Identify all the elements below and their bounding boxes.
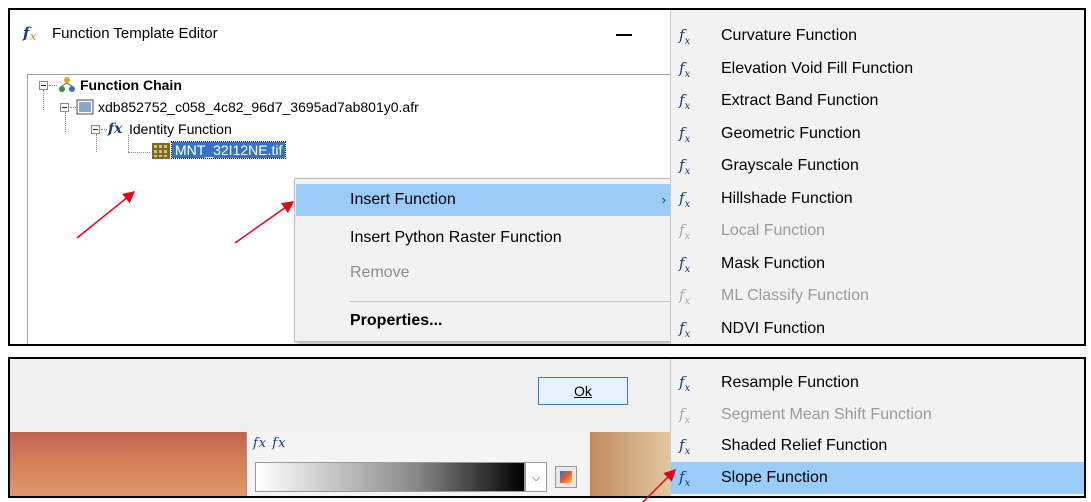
menu-item-label: Remove <box>350 264 410 281</box>
window-title: Function Template Editor <box>52 25 218 42</box>
fx-icon: fx <box>679 26 691 47</box>
fx-icon: fx <box>679 91 691 112</box>
function-label: Curvature Function <box>721 27 858 44</box>
image-preview <box>590 432 670 496</box>
function-chain-icon <box>59 77 75 92</box>
fx-icon: fx <box>679 123 691 145</box>
function-list-item: fx Segment Mean Shift Function <box>671 399 1084 431</box>
chevron-down-icon[interactable]: ⌵ <box>525 462 547 492</box>
function-list-item: fx ML Classify Function <box>671 280 1084 312</box>
context-menu: Insert Function › Insert Python Raster F… <box>294 178 682 342</box>
menu-item-label: Insert Function <box>350 191 456 208</box>
function-list-item[interactable]: fx Geometric Function <box>671 118 1084 150</box>
menu-item-insert-function[interactable]: Insert Function › <box>296 184 680 216</box>
fx-icon: fx <box>679 467 691 489</box>
fx-icon: fx <box>679 156 691 177</box>
fx-icon: fx <box>679 221 691 242</box>
menu-item-label: Insert Python Raster Function <box>350 229 562 246</box>
function-submenu: fx Curvature Function fx Elevation Void Fil… <box>670 10 1084 345</box>
function-label: Grayscale Function <box>721 157 859 174</box>
ok-button-label: Ok <box>574 383 592 399</box>
collapse-toggle[interactable] <box>39 81 48 90</box>
fx-icon: fx <box>679 253 691 275</box>
function-list-item[interactable]: fx Hillshade Function <box>671 183 1084 215</box>
tree-root-label[interactable]: Function Chain <box>80 77 182 93</box>
fx-icon: f x <box>22 24 37 42</box>
lower-dialog-panel: Ok fx fx ⌵ fx Resample Function fx Segment … <box>8 357 1086 498</box>
function-label: Local Function <box>721 222 826 239</box>
submenu-scroll-indicator[interactable] <box>677 10 717 13</box>
menu-item-label: Properties... <box>350 312 443 329</box>
raster-grid-icon <box>152 143 170 159</box>
fx-icon: fx <box>679 188 691 210</box>
function-label: Mask Function <box>721 254 826 272</box>
background-window-content: fx fx ⌵ <box>10 432 670 496</box>
fx-icon: fx <box>108 121 123 137</box>
function-label: Slope Function <box>721 468 828 486</box>
fx-icon: fx <box>679 404 691 426</box>
fx-icon: fx <box>679 436 691 457</box>
function-list-item[interactable]: fx NDVI Function <box>671 313 1084 345</box>
color-picker-button[interactable] <box>555 466 577 488</box>
palette-icon <box>560 471 572 483</box>
function-list-item[interactable]: fx Elevation Void Fill Function <box>671 53 1084 85</box>
ok-button[interactable]: Ok <box>538 377 628 405</box>
chevron-right-icon: › <box>661 192 666 207</box>
fx-icon: fx <box>679 286 691 307</box>
fx-icon: fx fx <box>253 436 287 451</box>
function-list-item[interactable]: fx Mask Function <box>671 248 1084 280</box>
image-preview <box>10 432 246 496</box>
menu-item-remove: Remove <box>296 257 680 289</box>
fx-icon: fx <box>679 58 691 80</box>
function-list-item: fx Local Function <box>671 215 1084 247</box>
tree-function-label[interactable]: Identity Function <box>129 121 232 137</box>
tree-raster-label[interactable]: xdb852752_c058_4c82_96d7_3695ad7ab801y0.… <box>98 99 419 115</box>
function-list-item[interactable]: fx Resample Function <box>671 367 1084 399</box>
function-list-item[interactable]: fx Slope Function <box>671 461 1084 494</box>
function-label: NDVI Function <box>721 319 826 337</box>
fx-icon: fx <box>679 318 691 340</box>
collapse-toggle[interactable] <box>60 103 69 112</box>
color-ramp-combobox[interactable] <box>255 462 525 492</box>
function-label: Segment Mean Shift Function <box>721 405 932 423</box>
menu-item-insert-python-raster-function[interactable]: Insert Python Raster Function <box>296 222 680 254</box>
function-label: Hillshade Function <box>721 189 853 207</box>
function-list-item[interactable]: fx Extract Band Function <box>671 85 1084 117</box>
menu-separator <box>349 301 675 302</box>
menu-item-properties[interactable]: Properties... <box>296 305 680 337</box>
function-label: Resample Function <box>721 374 859 391</box>
collapse-toggle[interactable] <box>91 125 100 134</box>
function-list-item[interactable]: fx Grayscale Function <box>671 150 1084 182</box>
minimize-button[interactable] <box>610 22 640 46</box>
title-bar: f x Function Template Editor <box>10 10 670 56</box>
function-label: Shaded Relief Function <box>721 437 888 454</box>
function-list-item[interactable]: fx Shaded Relief Function <box>671 430 1084 462</box>
function-label: ML Classify Function <box>721 287 869 304</box>
symbology-panel: fx fx ⌵ <box>246 432 592 496</box>
tree-selected-node[interactable]: MNT_32I12NE.tif <box>170 141 287 159</box>
function-label: Geometric Function <box>721 124 861 142</box>
fx-icon: fx <box>679 373 691 394</box>
raster-dataset-icon <box>76 99 94 115</box>
svg-text:x: x <box>30 30 37 42</box>
function-label: Extract Band Function <box>721 92 879 109</box>
function-submenu-continued: fx Resample Function fx Segment Mean Shift … <box>670 359 1084 496</box>
function-label: Elevation Void Fill Function <box>721 59 914 77</box>
function-list-item[interactable]: fx Curvature Function <box>671 20 1084 52</box>
function-template-editor-window: f x Function Template Editor Function Ch… <box>8 8 1086 346</box>
minimize-icon <box>616 34 632 36</box>
